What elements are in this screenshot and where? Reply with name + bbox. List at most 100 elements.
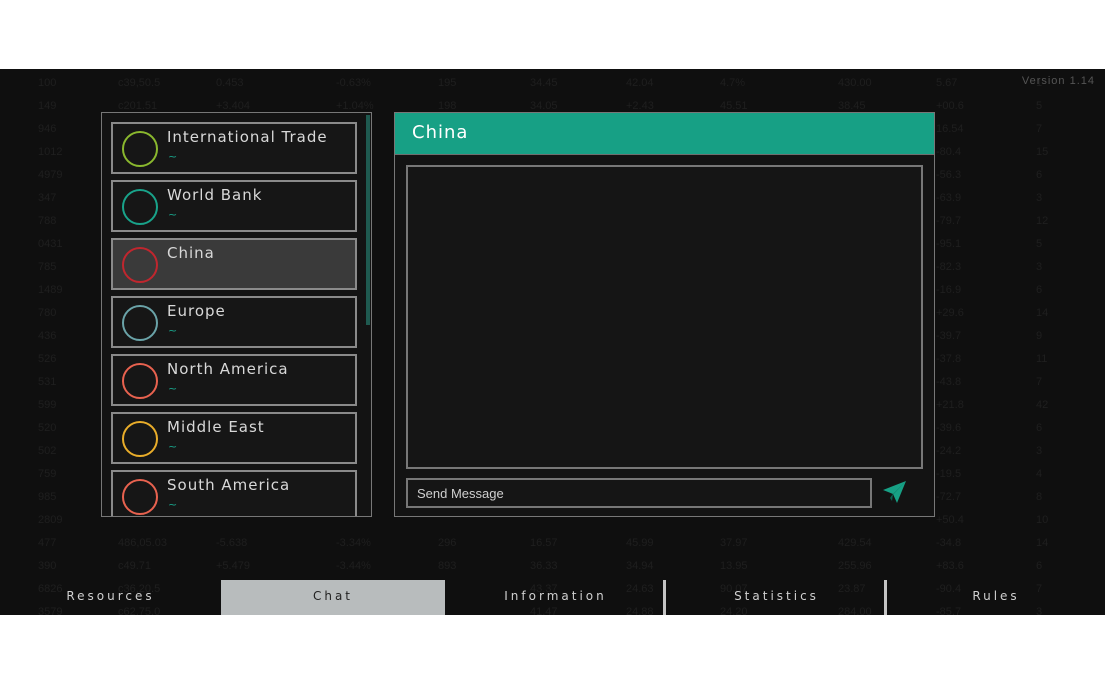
background-grid-cell: -3.44%	[336, 560, 371, 572]
background-grid-cell: 6	[1036, 560, 1043, 572]
background-grid-cell: 255.96	[838, 560, 872, 572]
background-grid-cell: 7	[1036, 123, 1043, 135]
background-grid-cell: -79.7	[936, 215, 962, 227]
contact-world-bank[interactable]: World Bank ~	[111, 180, 357, 232]
background-grid-cell: -82.3	[936, 261, 962, 273]
background-grid-cell: 34.05	[530, 100, 558, 112]
background-grid-cell: 6	[1036, 169, 1043, 181]
background-grid-cell: 45.51	[720, 100, 748, 112]
background-grid-cell: 946	[38, 123, 57, 135]
background-grid-cell: 531	[38, 376, 57, 388]
background-grid-cell: 14	[1036, 537, 1049, 549]
background-grid-cell: +5.479	[216, 560, 250, 572]
background-grid-cell: 0431	[38, 238, 63, 250]
background-grid-cell: 985	[38, 491, 57, 503]
background-grid-cell: 390	[38, 560, 57, 572]
contact-avatar-ring	[122, 479, 158, 515]
background-grid-cell: +50.4	[936, 514, 964, 526]
background-grid-cell: 45.99	[626, 537, 654, 549]
background-grid-cell: -3.34%	[336, 537, 371, 549]
tab-information[interactable]: Information	[445, 580, 666, 615]
background-grid-cell: 1489	[38, 284, 63, 296]
tab-chat[interactable]: Chat	[221, 580, 445, 615]
background-grid-cell: 9	[1036, 330, 1043, 342]
contact-china[interactable]: China	[111, 238, 357, 290]
paper-plane-icon	[883, 481, 906, 503]
contact-middle-east[interactable]: Middle East ~	[111, 412, 357, 464]
background-grid-cell: 37.97	[720, 537, 748, 549]
background-grid-cell: -43.8	[936, 376, 962, 388]
background-grid-cell: 788	[38, 215, 57, 227]
background-grid-cell: 296	[438, 537, 457, 549]
contact-avatar-ring	[122, 363, 158, 399]
background-grid-cell: -39.6	[936, 422, 962, 434]
background-grid-cell: 36.33	[530, 560, 558, 572]
background-grid-cell: 780	[38, 307, 57, 319]
contact-list-panel: International Trade ~ World Bank ~ China…	[101, 112, 372, 517]
background-grid-cell: 15	[1036, 146, 1049, 158]
contact-avatar-ring	[122, 247, 158, 283]
background-grid-cell: +2.43	[626, 100, 654, 112]
background-grid-cell: 38.45	[838, 100, 866, 112]
background-grid-cell: 13.95	[720, 560, 748, 572]
background-grid-cell: 429.54	[838, 537, 872, 549]
background-grid-cell: -19.5	[936, 468, 962, 480]
message-history[interactable]	[406, 165, 923, 469]
game-screen: 100 c39,50.5 0.453 -0.63% 195 34.45 42.04 4.7% 4…	[0, 69, 1105, 615]
contact-south-america[interactable]: South America ~	[111, 470, 357, 516]
tab-resources[interactable]: Resources	[0, 580, 221, 615]
background-grid-cell: 12	[1036, 215, 1049, 227]
background-grid-cell: -16.9	[936, 284, 962, 296]
background-grid-cell: +29.6	[936, 307, 964, 319]
background-grid-cell: -34.8	[936, 537, 962, 549]
background-grid-cell: -63.9	[936, 192, 962, 204]
background-grid-cell: 100	[38, 77, 57, 89]
background-grid-cell: 11	[1036, 353, 1048, 365]
background-grid-cell: 347	[38, 192, 57, 204]
contact-name: International Trade	[167, 128, 328, 146]
background-grid-cell: 4979	[38, 169, 63, 181]
background-grid-cell: 14	[1036, 307, 1049, 319]
background-grid-cell: 195	[438, 77, 457, 89]
background-grid-cell: 3	[1036, 445, 1043, 457]
contact-avatar-ring	[122, 305, 158, 341]
background-grid-cell: 3	[1036, 261, 1043, 273]
background-grid-cell: 198	[438, 100, 457, 112]
bottom-tab-bar: Resources Chat Information Statistics Ru…	[0, 580, 1105, 615]
background-grid-cell: c201.51	[118, 100, 158, 112]
contact-status: ~	[168, 150, 178, 163]
contact-north-america[interactable]: North America ~	[111, 354, 357, 406]
background-grid-row: 477 486,05.03 -5.638 -3.34% 296 16.57 45.99 37.…	[0, 533, 1105, 556]
background-grid-cell: 599	[38, 399, 57, 411]
background-grid-cell: c39,50.5	[118, 77, 161, 89]
background-grid-cell: 893	[438, 560, 457, 572]
contact-name: World Bank	[167, 186, 263, 204]
background-grid-cell: 4.7%	[720, 77, 746, 89]
background-grid-cell: -39.7	[936, 330, 962, 342]
background-grid-cell: 0.453	[216, 77, 244, 89]
background-grid-cell: -72.7	[936, 491, 962, 503]
background-grid-cell: 5	[1036, 100, 1043, 112]
background-grid-cell: 34.94	[626, 560, 654, 572]
background-grid-cell: 10	[1036, 514, 1049, 526]
tab-rules[interactable]: Rules	[887, 580, 1105, 615]
background-grid-cell: 520	[38, 422, 57, 434]
contact-international-trade[interactable]: International Trade ~	[111, 122, 357, 174]
send-message-input[interactable]	[406, 478, 872, 508]
contact-avatar-ring	[122, 421, 158, 457]
contact-name: Middle East	[167, 418, 265, 436]
background-grid-cell: -0.63%	[336, 77, 371, 89]
background-grid-cell: 42.04	[626, 77, 654, 89]
contact-name: Europe	[167, 302, 226, 320]
background-grid-cell: -80.4	[936, 146, 962, 158]
background-grid-cell: 6	[1036, 284, 1043, 296]
background-grid-cell: 4	[1036, 468, 1043, 480]
send-button[interactable]	[879, 478, 909, 508]
contact-europe[interactable]: Europe ~	[111, 296, 357, 348]
version-label: Version 1.14	[1021, 75, 1095, 87]
contact-list-scrollbar[interactable]	[366, 115, 370, 325]
contact-status: ~	[168, 382, 178, 395]
background-grid-cell: 486,05.03	[118, 537, 167, 549]
background-grid-cell: -24.2	[936, 445, 962, 457]
tab-statistics[interactable]: Statistics	[666, 580, 887, 615]
